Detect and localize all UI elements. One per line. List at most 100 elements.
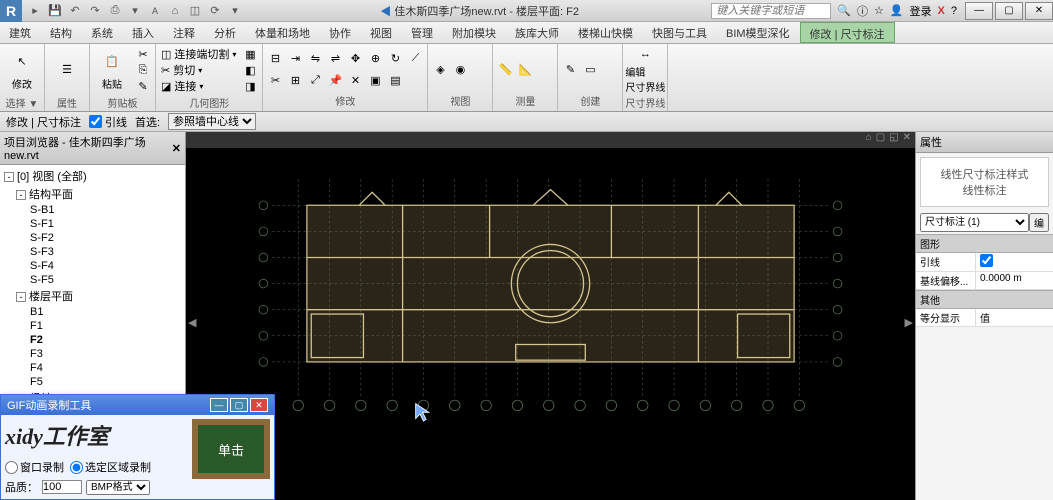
nav-right-icon[interactable]: ▶ — [905, 316, 913, 329]
tree-node[interactable]: S-F3 — [2, 245, 183, 259]
ribbon-btn-mirror1[interactable]: ⇋ — [305, 47, 325, 69]
gif-maximize-button[interactable]: ▢ — [230, 398, 248, 412]
prop-row[interactable]: 等分显示值 — [916, 309, 1053, 327]
ribbon-属性-props[interactable]: ☰ — [47, 46, 87, 94]
tree-node[interactable]: S-F1 — [2, 217, 183, 231]
menu-tab-15[interactable]: 修改 | 尺寸标注 — [800, 22, 895, 43]
tree-node[interactable]: S-B1 — [2, 203, 183, 217]
qat-more-icon[interactable]: ▾ — [126, 2, 144, 20]
qat-print-icon[interactable]: ⎙ — [106, 2, 124, 20]
quality-input[interactable] — [42, 480, 82, 494]
ribbon-btn-copy[interactable]: ⎘ — [133, 62, 153, 78]
ribbon-btn-c2[interactable]: ▭ — [580, 58, 600, 80]
qat-3d-icon[interactable]: ◫ — [186, 2, 204, 20]
exchange-icon[interactable]: X — [938, 5, 945, 17]
tree-node[interactable]: F3 — [2, 347, 183, 361]
app-logo[interactable]: R — [0, 0, 22, 22]
ribbon-btn-move[interactable]: ✥ — [345, 47, 365, 69]
minimize-button[interactable]: — — [965, 2, 993, 20]
tree-node[interactable]: -楼层平面 — [2, 287, 183, 305]
tree-node[interactable]: B1 — [2, 305, 183, 319]
help-search-input[interactable] — [711, 3, 831, 19]
ribbon-btn-v1[interactable]: ◈ — [430, 58, 450, 80]
qat-open-icon[interactable]: ▸ — [26, 2, 44, 20]
menu-tab-12[interactable]: 楼梯山快模 — [569, 22, 643, 43]
ribbon-btn-m1[interactable]: 📏 — [495, 58, 515, 80]
region-record-radio[interactable]: 选定区域录制 — [70, 459, 151, 475]
record-button[interactable]: 单击 — [192, 419, 270, 479]
qat-undo-icon[interactable]: ↶ — [66, 2, 84, 20]
user-icon[interactable]: 👤 — [890, 4, 904, 17]
ribbon-btn-join-cut[interactable]: ◫连接端切割▾ — [158, 46, 239, 62]
qat-dd-icon[interactable]: ▾ — [226, 2, 244, 20]
prop-row[interactable]: 基线偏移...0.0000 m — [916, 272, 1053, 290]
browser-close-icon[interactable]: ✕ — [172, 142, 181, 155]
tree-node[interactable]: F4 — [2, 361, 183, 375]
view-close-icon[interactable]: ✕ — [903, 132, 911, 148]
view-max-icon[interactable]: ◱ — [889, 132, 898, 148]
menu-tab-4[interactable]: 注释 — [164, 22, 205, 43]
tree-node[interactable]: F1 — [2, 319, 183, 333]
gif-close-button[interactable]: ✕ — [250, 398, 268, 412]
menu-tab-5[interactable]: 分析 — [205, 22, 246, 43]
format-combo[interactable]: BMP格式 — [86, 480, 150, 495]
ribbon-btn-pin[interactable]: 📌 — [325, 69, 345, 91]
menu-tab-7[interactable]: 协作 — [320, 22, 361, 43]
ribbon-btn-scale[interactable]: ⤢ — [305, 69, 325, 91]
ribbon-btn-join[interactable]: ◪连接▾ — [158, 78, 239, 94]
leader-checkbox[interactable]: 引线 — [89, 114, 127, 130]
ribbon-btn-split[interactable]: ✂ — [265, 69, 285, 91]
tree-node[interactable]: -结构平面 — [2, 185, 183, 203]
ribbon-btn-array[interactable]: ⊞ — [285, 69, 305, 91]
qat-save-icon[interactable]: 💾 — [46, 2, 64, 20]
menu-tab-13[interactable]: 快图与工具 — [643, 22, 717, 43]
ribbon-btn-grp2[interactable]: ▤ — [385, 69, 405, 91]
view-restore-icon[interactable]: ▢ — [876, 132, 885, 148]
tree-node[interactable]: S-F2 — [2, 231, 183, 245]
type-selector[interactable]: 尺寸标注 (1) — [920, 213, 1029, 232]
ribbon-btn-g2[interactable]: ◧ — [240, 62, 260, 78]
tree-node[interactable]: S-F5 — [2, 273, 183, 287]
ribbon-选择 ▼-cursor[interactable]: ↖修改 — [2, 46, 42, 94]
menu-tab-10[interactable]: 附加模块 — [443, 22, 506, 43]
tree-node[interactable]: F2 — [2, 333, 183, 347]
ribbon-剪贴板-paste[interactable]: 📋粘贴 — [92, 46, 132, 94]
nav-left-icon[interactable]: ◀ — [188, 316, 196, 329]
ribbon-btn-copy2[interactable]: ⊕ — [365, 47, 385, 69]
drawing-canvas[interactable]: ⌂ ▢ ◱ ✕ — [186, 132, 915, 500]
tree-node[interactable]: S-F4 — [2, 259, 183, 273]
ribbon-btn-align[interactable]: ⊟ — [265, 47, 285, 69]
ribbon-btn-m2[interactable]: 📐 — [515, 58, 535, 80]
view-home-icon[interactable]: ⌂ — [866, 132, 872, 148]
ribbon-btn-cut[interactable]: ✂剪切▾ — [158, 62, 239, 78]
ribbon-btn-match[interactable]: ✎ — [133, 78, 153, 94]
menu-tab-11[interactable]: 族库大师 — [506, 22, 569, 43]
qat-txt-icon[interactable]: A — [146, 2, 164, 20]
ribbon-btn-g1[interactable]: ▦ — [240, 46, 260, 62]
ribbon-btn-grp1[interactable]: ▣ — [365, 69, 385, 91]
menu-tab-0[interactable]: 建筑 — [0, 22, 41, 43]
menu-tab-14[interactable]: BIM模型深化 — [717, 22, 800, 43]
star-icon[interactable]: ☆ — [874, 4, 884, 17]
qat-sync-icon[interactable]: ⟳ — [206, 2, 224, 20]
maximize-button[interactable]: ▢ — [995, 2, 1023, 20]
ribbon-btn-rotate[interactable]: ↻ — [385, 47, 405, 69]
prop-row[interactable]: 引线 — [916, 253, 1053, 272]
gif-minimize-button[interactable]: — — [210, 398, 228, 412]
ribbon-dim-edit[interactable]: ↔编辑尺寸界线 — [625, 46, 665, 94]
edit-type-button[interactable]: 编 — [1029, 213, 1049, 232]
ribbon-btn-cut[interactable]: ✂ — [133, 46, 153, 62]
ribbon-btn-mirror2[interactable]: ⇌ — [325, 47, 345, 69]
help-icon[interactable]: ? — [951, 5, 957, 17]
ribbon-btn-del[interactable]: ✕ — [345, 69, 365, 91]
tree-node[interactable]: F5 — [2, 375, 183, 389]
menu-tab-9[interactable]: 管理 — [402, 22, 443, 43]
menu-tab-6[interactable]: 体量和场地 — [246, 22, 320, 43]
info-icon[interactable]: ⓘ — [857, 3, 868, 19]
ribbon-btn-offset[interactable]: ⇥ — [285, 47, 305, 69]
menu-tab-1[interactable]: 结构 — [41, 22, 82, 43]
tree-node[interactable]: -[0] 视图 (全部) — [2, 167, 183, 185]
ribbon-btn-v2[interactable]: ◉ — [450, 58, 470, 80]
window-record-radio[interactable]: 窗口录制 — [5, 459, 64, 475]
ribbon-btn-g3[interactable]: ◨ — [240, 78, 260, 94]
